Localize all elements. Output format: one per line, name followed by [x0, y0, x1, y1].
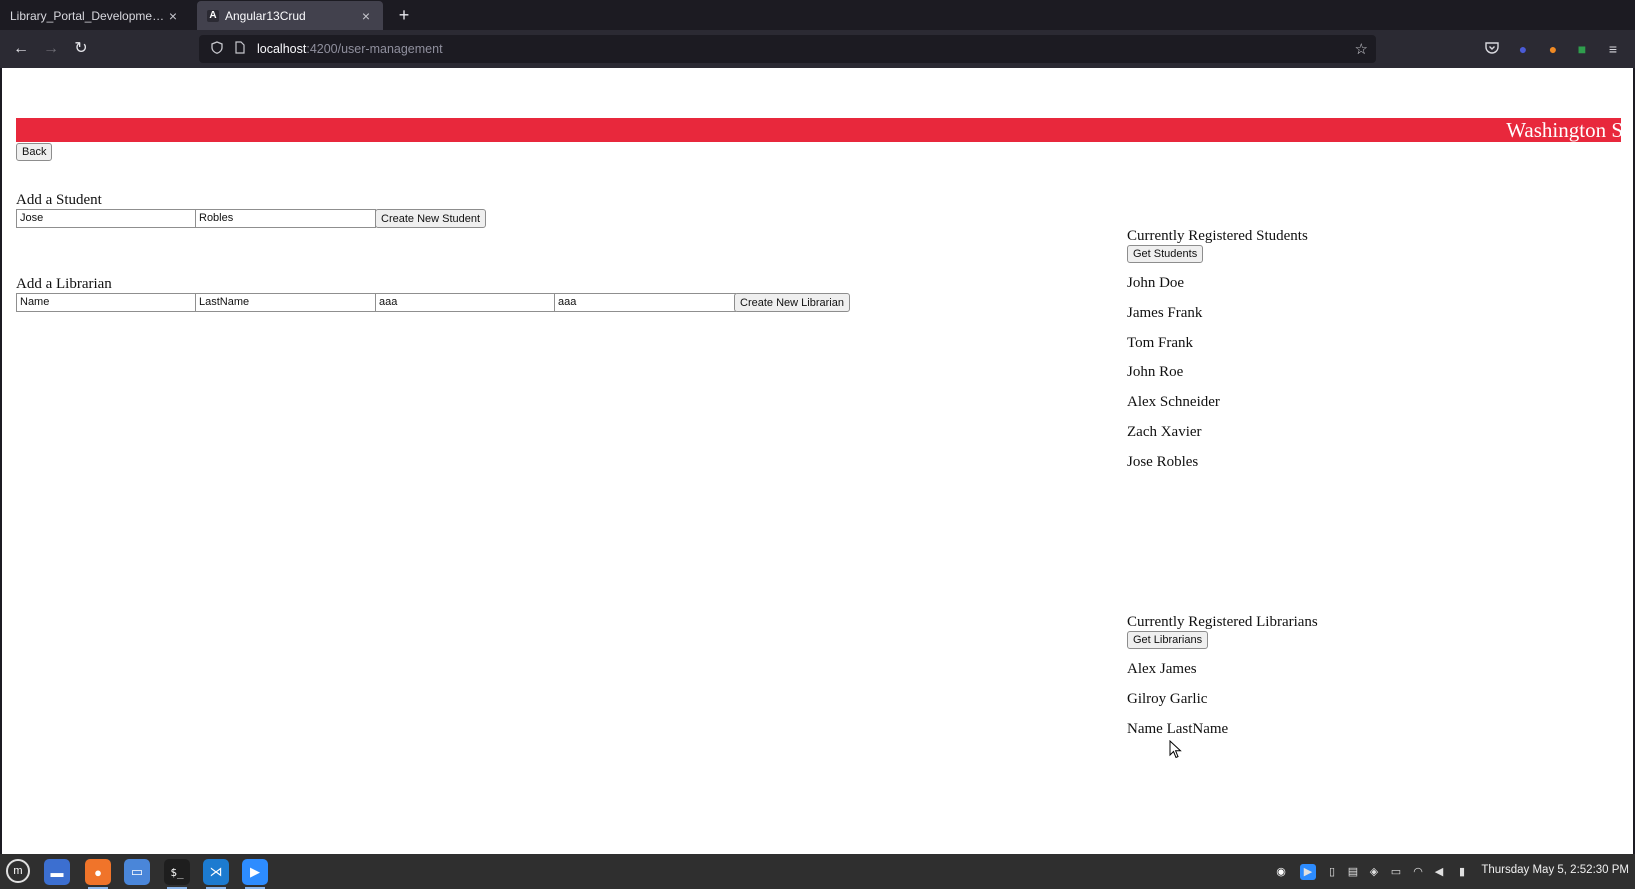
shield-tray-icon[interactable]: ◈: [1366, 864, 1382, 880]
create-librarian-button[interactable]: Create New Librarian: [734, 293, 850, 312]
librarian-list-item: Gilroy Garlic: [1127, 691, 1208, 707]
page-viewport: Washington S Back Add a Student Jose Rob…: [2, 68, 1633, 854]
student-first-name-input[interactable]: Jose: [16, 209, 196, 228]
os-taskbar: m ▬ ● ▭ $_ ⋊ ▶ ◉ ▶ ▯ ▤ ◈ ▭ ◠ ◀ ▮ Thursda…: [0, 854, 1635, 889]
librarian-password-input[interactable]: aaa: [554, 293, 736, 312]
tab-library-portal[interactable]: Library_Portal_Development_S ×: [0, 1, 190, 30]
get-librarians-button[interactable]: Get Librarians: [1127, 631, 1209, 649]
header-banner: Washington S: [16, 118, 1621, 142]
tab-title: Library_Portal_Development_S: [10, 8, 166, 23]
banner-title: Washington S: [1506, 118, 1621, 142]
get-students-button[interactable]: Get Students: [1127, 245, 1204, 263]
discord-tray-icon[interactable]: ◉: [1273, 864, 1289, 880]
url-host: localhost: [257, 42, 307, 56]
clipboard-tray-icon[interactable]: ▤: [1345, 864, 1361, 880]
arrow-right-icon[interactable]: →: [38, 37, 64, 61]
battery-tray-icon[interactable]: ▮: [1454, 864, 1470, 880]
shield-icon[interactable]: [209, 41, 225, 57]
student-list-item: Alex Schneider: [1127, 394, 1220, 410]
file-manager-icon[interactable]: ▬: [44, 859, 70, 885]
reload-icon[interactable]: ↻: [68, 37, 94, 61]
terminal-icon[interactable]: $_: [164, 859, 190, 889]
mouse-cursor-icon: [1169, 740, 1182, 759]
add-student-heading: Add a Student: [16, 192, 102, 208]
browser-nav-bar: ← → ↻ localhost :4200/user-management ☆ …: [0, 30, 1635, 68]
arrow-left-icon[interactable]: ←: [8, 37, 34, 61]
angular-favicon-icon: A: [207, 9, 219, 22]
green-extension-icon[interactable]: ■: [1572, 39, 1592, 59]
vscode-icon[interactable]: ⋊: [203, 859, 229, 889]
pocket-icon[interactable]: [1482, 39, 1502, 59]
librarian-list-item: Alex James: [1127, 661, 1197, 677]
tab-angular13crud[interactable]: A Angular13Crud ×: [197, 1, 383, 30]
extension-icon[interactable]: ●: [1513, 39, 1533, 59]
usb-tray-icon[interactable]: ▯: [1324, 864, 1340, 880]
volume-tray-icon[interactable]: ◀: [1431, 864, 1447, 880]
add-librarian-heading: Add a Librarian: [16, 276, 112, 292]
zoom-icon[interactable]: ▶: [242, 859, 268, 889]
tab-title: Angular13Crud: [225, 8, 306, 23]
student-last-name-input[interactable]: Robles: [195, 209, 376, 228]
wifi-tray-icon[interactable]: ◠: [1410, 864, 1426, 880]
folder-icon[interactable]: ▭: [124, 859, 150, 885]
student-list-item: Tom Frank: [1127, 335, 1194, 351]
student-list-item: Jose Robles: [1127, 454, 1199, 470]
menu-icon[interactable]: m: [6, 859, 30, 883]
close-icon[interactable]: ×: [359, 8, 373, 24]
fox-extension-icon[interactable]: ●: [1543, 39, 1563, 59]
back-button[interactable]: Back: [16, 143, 53, 161]
librarian-username-input[interactable]: aaa: [375, 293, 556, 312]
browser-tab-bar: Library_Portal_Development_S × A Angular…: [0, 0, 1635, 30]
close-icon[interactable]: ×: [166, 8, 180, 24]
registered-students-heading: Currently Registered Students: [1127, 228, 1308, 244]
url-path: :4200/user-management: [306, 42, 443, 56]
new-tab-icon[interactable]: +: [392, 3, 416, 27]
hamburger-menu-icon[interactable]: ≡: [1603, 39, 1623, 59]
zoom-tray-icon[interactable]: ▶: [1300, 864, 1316, 880]
taskbar-clock[interactable]: Thursday May 5, 2:52:30 PM: [1481, 864, 1629, 876]
student-list-item: Zach Xavier: [1127, 424, 1202, 440]
url-bar[interactable]: localhost :4200/user-management ☆: [199, 35, 1376, 63]
librarian-list-item: Name LastName: [1127, 721, 1229, 737]
firefox-icon[interactable]: ●: [85, 859, 111, 889]
student-list-item: James Frank: [1127, 305, 1203, 321]
page-info-icon[interactable]: [233, 41, 247, 57]
create-student-button[interactable]: Create New Student: [375, 209, 487, 228]
printer-tray-icon[interactable]: ▭: [1388, 864, 1404, 880]
librarian-last-name-input[interactable]: LastName: [195, 293, 376, 312]
registered-librarians-heading: Currently Registered Librarians: [1127, 614, 1318, 630]
star-icon[interactable]: ☆: [1355, 40, 1368, 58]
student-list-item: John Doe: [1127, 275, 1185, 291]
librarian-first-name-input[interactable]: Name: [16, 293, 196, 312]
student-list-item: John Roe: [1127, 364, 1184, 380]
